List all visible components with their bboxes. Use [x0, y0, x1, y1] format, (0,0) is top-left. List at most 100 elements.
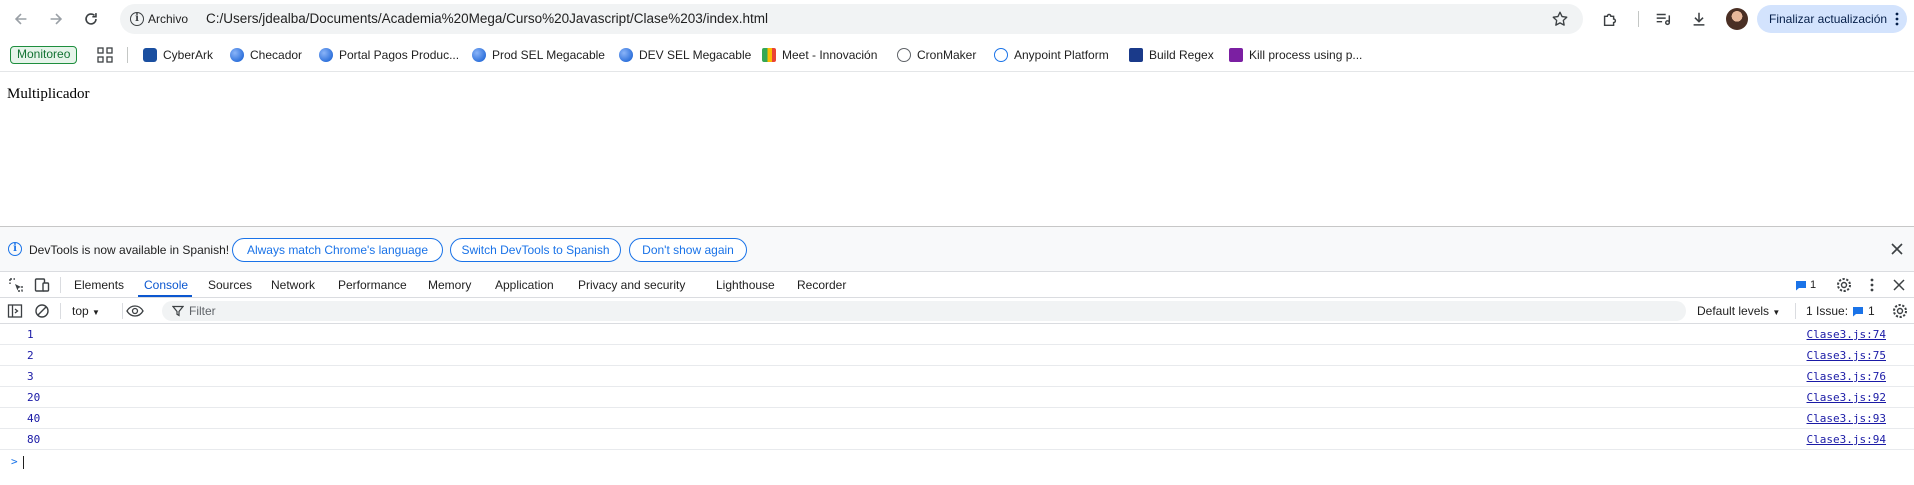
- apps-grid-icon[interactable]: [97, 47, 113, 63]
- globe-favicon-icon: [897, 48, 911, 62]
- always-match-language-button[interactable]: Always match Chrome's language: [232, 238, 443, 262]
- reload-icon: [85, 13, 97, 25]
- site-info-chip[interactable]: i Archivo: [124, 7, 196, 31]
- console-message-row: 80 Clase3.js:94: [0, 429, 1914, 450]
- back-arrow-icon: [14, 13, 27, 25]
- bookmark-star-icon[interactable]: [1551, 10, 1569, 28]
- globe-favicon-icon: [619, 48, 633, 62]
- reload-button[interactable]: [77, 6, 105, 32]
- meet-favicon-icon: [762, 48, 776, 62]
- tab-sources[interactable]: Sources: [208, 278, 252, 292]
- tab-privacy-security[interactable]: Privacy and security: [578, 278, 685, 292]
- bookmark-label: Meet - Innovación: [782, 48, 878, 62]
- tab-console[interactable]: Console: [144, 278, 188, 292]
- bookmark-anypoint[interactable]: Anypoint Platform: [994, 46, 1109, 64]
- log-value: 3: [27, 370, 34, 383]
- device-toolbar-icon[interactable]: [34, 277, 50, 293]
- log-levels-dropdown[interactable]: Default levels ▼: [1697, 304, 1780, 318]
- log-value: 20: [27, 391, 41, 404]
- settings-gear-icon[interactable]: [1836, 277, 1852, 293]
- issues-badge-count: 1: [1810, 279, 1817, 291]
- tab-lighthouse[interactable]: Lighthouse: [716, 278, 775, 292]
- source-link[interactable]: Clase3.js:76: [1807, 370, 1886, 383]
- url-text[interactable]: C:/Users/jdealba/Documents/Academia%20Me…: [206, 11, 768, 26]
- tab-performance[interactable]: Performance: [338, 278, 407, 292]
- kebab-menu-icon[interactable]: [1895, 12, 1899, 26]
- bookmark-meet[interactable]: Meet - Innovación: [762, 46, 877, 64]
- tab-divider: [60, 277, 61, 293]
- globe-favicon-icon: [230, 48, 244, 62]
- log-value: 40: [27, 412, 41, 425]
- inspect-element-icon[interactable]: [8, 277, 24, 293]
- chevron-down-icon: ▼: [92, 308, 100, 317]
- tab-network[interactable]: Network: [271, 278, 315, 292]
- issues-link[interactable]: 1 Issue: 1: [1806, 304, 1875, 318]
- active-tab-indicator: [138, 295, 192, 297]
- dont-show-again-button[interactable]: Don't show again: [629, 238, 747, 262]
- forward-arrow-icon: [50, 13, 63, 25]
- sidebar-toggle-icon[interactable]: [7, 303, 23, 319]
- chevron-down-icon: ▼: [1772, 308, 1781, 317]
- bookmarks-divider: [127, 47, 128, 63]
- tab-application[interactable]: Application: [495, 278, 554, 292]
- extensions-icon[interactable]: [1600, 9, 1620, 29]
- clear-console-icon[interactable]: [34, 303, 50, 319]
- address-bar[interactable]: i Archivo C:/Users/jdealba/Documents/Aca…: [120, 4, 1583, 34]
- bookmark-monitoreo[interactable]: Monitoreo: [10, 46, 78, 64]
- bookmark-kill-process[interactable]: Kill process using p...: [1229, 46, 1362, 64]
- bookmark-label: CronMaker: [917, 48, 977, 62]
- source-link[interactable]: Clase3.js:74: [1807, 328, 1886, 341]
- source-link[interactable]: Clase3.js:94: [1807, 433, 1886, 446]
- console-settings-gear-icon[interactable]: [1892, 303, 1908, 319]
- bookmark-cronmaker[interactable]: CronMaker: [897, 46, 976, 64]
- bookmark-label: Prod SEL Megacable: [492, 48, 605, 62]
- context-selector[interactable]: top ▼: [72, 304, 100, 318]
- kill-process-favicon-icon: [1229, 48, 1243, 62]
- bookmark-cyberark[interactable]: CyberArk: [143, 46, 213, 64]
- filter-input[interactable]: Filter: [162, 301, 1686, 321]
- console-input-caret[interactable]: [23, 456, 24, 469]
- tab-recorder[interactable]: Recorder: [797, 278, 846, 292]
- log-value: 1: [27, 328, 34, 341]
- close-icon[interactable]: [1890, 242, 1904, 256]
- live-expression-eye-icon[interactable]: [126, 303, 144, 319]
- bookmark-checador[interactable]: Checador: [230, 46, 302, 64]
- console-message-row: 1 Clase3.js:74: [0, 324, 1914, 345]
- switch-to-spanish-button[interactable]: Switch DevTools to Spanish: [450, 238, 621, 262]
- site-info-label: Archivo: [148, 12, 189, 26]
- language-infobar: i DevTools is now available in Spanish! …: [0, 227, 1914, 272]
- finish-update-button[interactable]: Finalizar actualización: [1757, 5, 1907, 33]
- bookmark-dev-sel[interactable]: DEV SEL Megacable: [619, 46, 751, 64]
- source-link[interactable]: Clase3.js:75: [1807, 349, 1886, 362]
- bookmark-prod-sel[interactable]: Prod SEL Megacable: [472, 46, 605, 64]
- update-button-label: Finalizar actualización: [1769, 12, 1888, 26]
- console-message-row: 2 Clase3.js:75: [0, 345, 1914, 366]
- media-queue-icon[interactable]: [1653, 9, 1673, 29]
- source-link[interactable]: Clase3.js:92: [1807, 391, 1886, 404]
- devtools-panel: i DevTools is now available in Spanish! …: [0, 226, 1914, 485]
- bookmark-portal-pagos[interactable]: Portal Pagos Produc...: [319, 46, 459, 64]
- log-value: 80: [27, 433, 41, 446]
- back-button[interactable]: [7, 6, 35, 32]
- info-icon: i: [130, 12, 144, 26]
- bookmark-build-regex[interactable]: Build Regex: [1129, 46, 1214, 64]
- mulesoft-favicon-icon: [994, 48, 1008, 62]
- issues-label: 1 Issue:: [1806, 304, 1849, 318]
- console-message-row: 3 Clase3.js:76: [0, 366, 1914, 387]
- globe-favicon-icon: [472, 48, 486, 62]
- context-label: top: [72, 304, 89, 318]
- source-link[interactable]: Clase3.js:93: [1807, 412, 1886, 425]
- close-devtools-icon[interactable]: [1891, 277, 1907, 293]
- tab-elements[interactable]: Elements: [74, 278, 124, 292]
- forward-button[interactable]: [42, 6, 70, 32]
- filter-placeholder: Filter: [189, 304, 216, 318]
- tab-memory[interactable]: Memory: [428, 278, 471, 292]
- more-options-icon[interactable]: [1864, 277, 1880, 293]
- toolbar-divider: [60, 303, 61, 319]
- issues-badge[interactable]: 1: [1795, 279, 1816, 291]
- bookmarks-bar: Monitoreo CyberArk Checador Portal Pagos…: [0, 38, 1914, 72]
- bookmark-label: Build Regex: [1149, 48, 1214, 62]
- downloads-icon[interactable]: [1689, 9, 1709, 29]
- globe-favicon-icon: [319, 48, 333, 62]
- profile-avatar[interactable]: [1726, 8, 1748, 30]
